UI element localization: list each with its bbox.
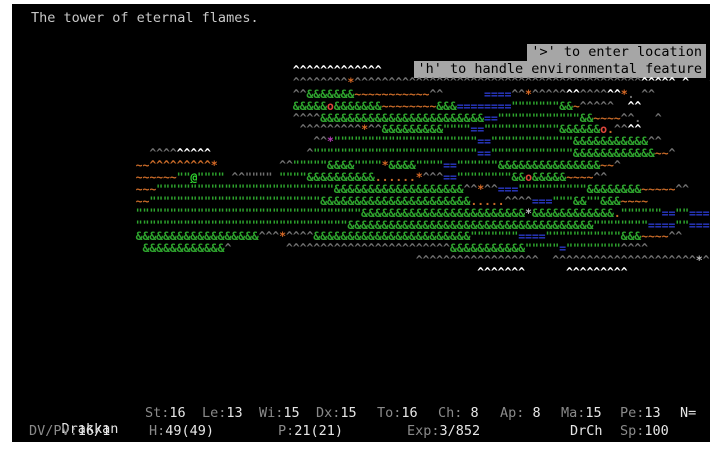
map-segment: ^ <box>668 146 676 161</box>
stat-strength: St:16 <box>145 405 186 421</box>
map-segment: ^^ <box>675 181 689 196</box>
map-segment: ^^^^^^^ ^^^^^^^^^ <box>122 265 628 280</box>
map-segment: ^ <box>613 158 621 173</box>
stat-speed: Sp:100 <box>620 423 669 439</box>
hint-enter-location: '>' to enter location <box>527 44 706 61</box>
stat-learning: Le:13 <box>202 405 243 421</box>
map-row: ^^^^^^^ ^^^^^^^^^ <box>122 265 710 280</box>
map-segment: * <box>695 253 703 268</box>
map-segment: ^^ <box>668 229 683 244</box>
stat-appearance: Ap: 8 <box>500 405 541 421</box>
stat-health: H:49(49) <box>149 423 215 439</box>
stat-perception: Pe:13 <box>620 405 661 421</box>
game-screen: The tower of eternal flames. '>' to ente… <box>12 4 710 442</box>
map-segment: ==== <box>688 217 710 232</box>
map-segment: ~~ <box>654 146 669 161</box>
stat-mana: Ma:15 <box>561 405 602 421</box>
stat-dexterity: Dx:15 <box>316 405 357 421</box>
world-map[interactable]: ^^^^^^^^^^^^^ ^^^^^^^^*^^^^^^^^^^^^^^^^^… <box>122 64 710 280</box>
stat-dv-pv: DV/PV:16/1 <box>29 423 111 439</box>
stat-toughness: To:16 <box>377 405 418 421</box>
stat-charisma: Ch: 8 <box>438 405 479 421</box>
stat-willpower: Wi:15 <box>259 405 300 421</box>
stat-nutrition: N= <box>680 405 697 421</box>
map-segment: ^ <box>702 253 710 268</box>
message-line: The tower of eternal flames. <box>31 10 259 26</box>
character-class: DrCh <box>570 423 603 439</box>
stat-power: P:21(21) <box>278 423 344 439</box>
stat-experience: Exp:3/852 <box>407 423 481 439</box>
